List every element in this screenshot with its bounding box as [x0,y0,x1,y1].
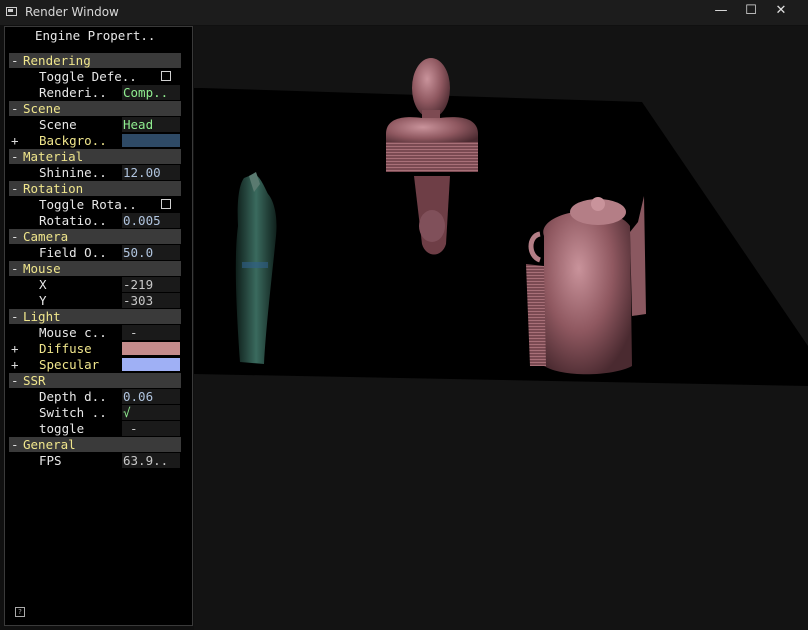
property-label: X [39,277,47,292]
group-label: Rotation [23,181,84,196]
help-icon[interactable]: ? [15,607,25,617]
close-button[interactable]: ✕ [766,2,796,22]
group-label: Rendering [23,53,91,68]
floor-plane [194,88,808,386]
group-label: SSR [23,373,46,388]
property-row-toggle-rota[interactable]: Toggle Rota.. [9,197,181,212]
group-header-rotation[interactable]: - Rotation [9,181,181,196]
group-header-camera[interactable]: - Camera [9,229,181,244]
window-title: Render Window [25,5,119,19]
group-label: General [23,437,76,452]
property-label: Renderi.. [39,85,107,100]
panel-title: Engine Propert.. [35,28,156,43]
property-row-y[interactable]: Y -303 [9,293,181,308]
property-value[interactable]: 50.0 [122,245,180,260]
property-value[interactable]: Comp.. [122,85,180,100]
collapse-icon[interactable]: - [11,101,21,116]
property-value[interactable]: √ [122,405,180,420]
property-label: Rotatio.. [39,213,107,228]
group-header-rendering[interactable]: - Rendering [9,53,181,68]
engine-properties-panel: Engine Propert.. - Rendering Toggle Defe..… [4,26,193,626]
property-value[interactable]: 63.9.. [122,453,180,468]
property-row-backgro[interactable]: + Backgro.. [9,133,181,148]
expand-icon[interactable]: + [11,133,21,148]
group-header-ssr[interactable]: - SSR [9,373,181,388]
property-row-fps[interactable]: FPS 63.9.. [9,453,181,468]
group-header-material[interactable]: - Material [9,149,181,164]
property-value[interactable]: - [122,421,180,436]
property-value[interactable]: - [122,325,180,340]
property-row-renderi[interactable]: Renderi.. Comp.. [9,85,181,100]
minimize-button[interactable]: — [706,2,736,22]
property-value[interactable]: Head [122,117,180,132]
property-row-switch[interactable]: Switch .. √ [9,405,181,420]
property-label: Scene [39,117,77,132]
title-bar[interactable]: Render Window — ☐ ✕ [0,0,808,25]
property-row-depth-d[interactable]: Depth d.. 0.06 [9,389,181,404]
group-header-light[interactable]: - Light [9,309,181,324]
color-swatch[interactable] [122,342,180,355]
toggle-checkbox[interactable] [161,199,171,209]
property-label: Depth d.. [39,389,107,404]
property-row-toggle[interactable]: toggle - [9,421,181,436]
expand-icon[interactable]: + [11,357,21,372]
property-label: Toggle Defe.. [39,69,137,84]
group-label: Scene [23,101,61,116]
color-swatch[interactable] [122,134,180,147]
property-label: Shinine.. [39,165,107,180]
property-value[interactable]: 12.00 [122,165,180,180]
property-label: Specular [39,357,100,372]
property-value[interactable]: 0.06 [122,389,180,404]
group-label: Material [23,149,84,164]
property-row-scene[interactable]: Scene Head [9,117,181,132]
property-label: Diffuse [39,341,92,356]
collapse-icon[interactable]: - [11,261,21,276]
collapse-icon[interactable]: - [11,149,21,164]
collapse-icon[interactable]: - [11,53,21,68]
group-header-mouse[interactable]: - Mouse [9,261,181,276]
maximize-button[interactable]: ☐ [736,2,766,22]
property-row-toggle-defe[interactable]: Toggle Defe.. [9,69,181,84]
collapse-icon[interactable]: - [11,373,21,388]
property-label: toggle [39,421,85,436]
group-header-general[interactable]: - General [9,437,181,452]
collapse-icon[interactable]: - [11,229,21,244]
property-label: Y [39,293,47,308]
property-value[interactable]: -303 [122,293,180,308]
group-label: Light [23,309,61,324]
collapse-icon[interactable]: - [11,181,21,196]
toggle-checkbox[interactable] [161,71,171,81]
scene-canvas [194,58,808,386]
property-row-field-o[interactable]: Field O.. 50.0 [9,245,181,260]
group-label: Mouse [23,261,61,276]
color-swatch[interactable] [122,358,180,371]
property-label: Field O.. [39,245,107,260]
property-label: Switch .. [39,405,107,420]
property-label: FPS [39,453,62,468]
collapse-icon[interactable]: - [11,309,21,324]
collapse-icon[interactable]: - [11,437,21,452]
app-window-icon [6,7,17,16]
expand-icon[interactable]: + [11,341,21,356]
property-value[interactable]: -219 [122,277,180,292]
property-label: Toggle Rota.. [39,197,137,212]
property-row-specular[interactable]: + Specular [9,357,181,372]
render-window: Render Window — ☐ ✕ Engine Propert.. - R… [0,0,808,630]
property-row-diffuse[interactable]: + Diffuse [9,341,181,356]
property-label: Backgro.. [39,133,107,148]
render-viewport[interactable] [194,26,808,630]
group-label: Camera [23,229,69,244]
property-row-shinine[interactable]: Shinine.. 12.00 [9,165,181,180]
property-label: Mouse c.. [39,325,107,340]
property-row-mouse-c[interactable]: Mouse c.. - [9,325,181,340]
group-header-scene[interactable]: - Scene [9,101,181,116]
property-value[interactable]: 0.005 [122,213,180,228]
property-row-x[interactable]: X -219 [9,277,181,292]
property-row-rotatio[interactable]: Rotatio.. 0.005 [9,213,181,228]
